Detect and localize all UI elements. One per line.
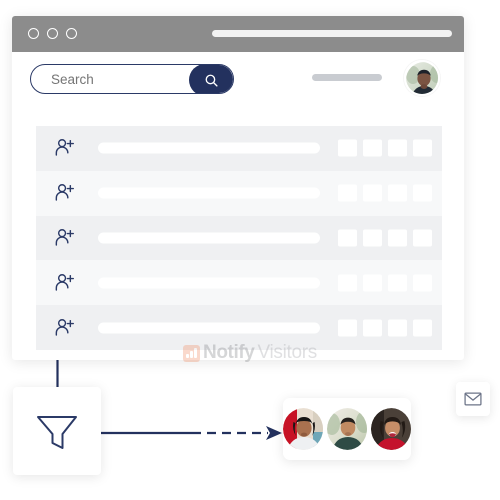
row-action-cell[interactable]: [338, 229, 357, 247]
row-action-cell[interactable]: [338, 319, 357, 337]
table-row[interactable]: [36, 260, 442, 306]
search-box[interactable]: [30, 64, 234, 94]
row-action-cell[interactable]: [388, 184, 407, 202]
row-actions: [338, 229, 432, 247]
row-action-cell[interactable]: [388, 229, 407, 247]
avatar[interactable]: [404, 60, 440, 96]
avatar-person-1[interactable]: [283, 408, 323, 450]
avatar-person-2[interactable]: [327, 408, 367, 450]
illustration-canvas: Notify Visitors: [0, 0, 500, 500]
brand-name-bold: Notify: [203, 342, 255, 363]
avatar-photo: [283, 408, 323, 450]
funnel-filter-card[interactable]: [13, 387, 101, 475]
row-action-cell[interactable]: [388, 274, 407, 292]
row-action-cell[interactable]: [388, 319, 407, 337]
person-add-icon: [54, 183, 76, 203]
row-action-cell[interactable]: [363, 184, 382, 202]
search-button[interactable]: [189, 65, 233, 93]
row-action-cell[interactable]: [413, 274, 432, 292]
avatar-person-3[interactable]: [371, 408, 411, 450]
row-label-placeholder: [98, 187, 320, 199]
search-icon: [205, 74, 218, 87]
row-label-placeholder: [98, 277, 320, 289]
row-action-cell[interactable]: [413, 184, 432, 202]
header-placeholder-pill: [312, 74, 382, 81]
person-add-icon: [54, 138, 76, 158]
row-action-cell[interactable]: [363, 274, 382, 292]
person-add-icon: [54, 273, 76, 293]
avatar-photo: [327, 408, 367, 450]
brand-name-light: Visitors: [257, 342, 317, 363]
row-action-cell[interactable]: [338, 274, 357, 292]
email-card[interactable]: [456, 382, 490, 416]
row-action-cell[interactable]: [413, 229, 432, 247]
bar-chart-logo-icon: [183, 344, 200, 362]
person-add-icon: [54, 318, 76, 338]
funnel-icon: [37, 416, 77, 449]
table-row[interactable]: [36, 215, 442, 261]
row-action-cell[interactable]: [338, 184, 357, 202]
row-actions: [338, 274, 432, 292]
browser-titlebar: [12, 16, 464, 52]
app-toolbar: [12, 52, 464, 108]
row-action-cell[interactable]: [363, 319, 382, 337]
row-action-cell[interactable]: [388, 139, 407, 157]
brand-watermark: Notify Visitors: [0, 342, 500, 364]
row-action-cell[interactable]: [338, 139, 357, 157]
maximize-dot-icon[interactable]: [66, 28, 77, 39]
browser-window-card: [12, 16, 464, 360]
row-label-placeholder: [98, 142, 320, 154]
row-action-cell[interactable]: [363, 139, 382, 157]
person-add-icon: [54, 228, 76, 248]
row-action-cell[interactable]: [413, 319, 432, 337]
minimize-dot-icon[interactable]: [47, 28, 58, 39]
avatar-photo: [371, 408, 411, 450]
row-actions: [338, 139, 432, 157]
row-label-placeholder: [98, 232, 320, 244]
row-actions: [338, 319, 432, 337]
envelope-icon: [464, 392, 482, 406]
user-list: [36, 126, 442, 350]
search-input[interactable]: [51, 65, 201, 93]
row-actions: [338, 184, 432, 202]
row-action-cell[interactable]: [363, 229, 382, 247]
row-label-placeholder: [98, 322, 320, 334]
audience-avatars-card: [283, 398, 411, 460]
url-bar[interactable]: [212, 30, 452, 37]
table-row[interactable]: [36, 170, 442, 216]
connector-arrowhead: [266, 426, 282, 440]
row-action-cell[interactable]: [413, 139, 432, 157]
close-dot-icon[interactable]: [28, 28, 39, 39]
table-row[interactable]: [36, 126, 442, 171]
